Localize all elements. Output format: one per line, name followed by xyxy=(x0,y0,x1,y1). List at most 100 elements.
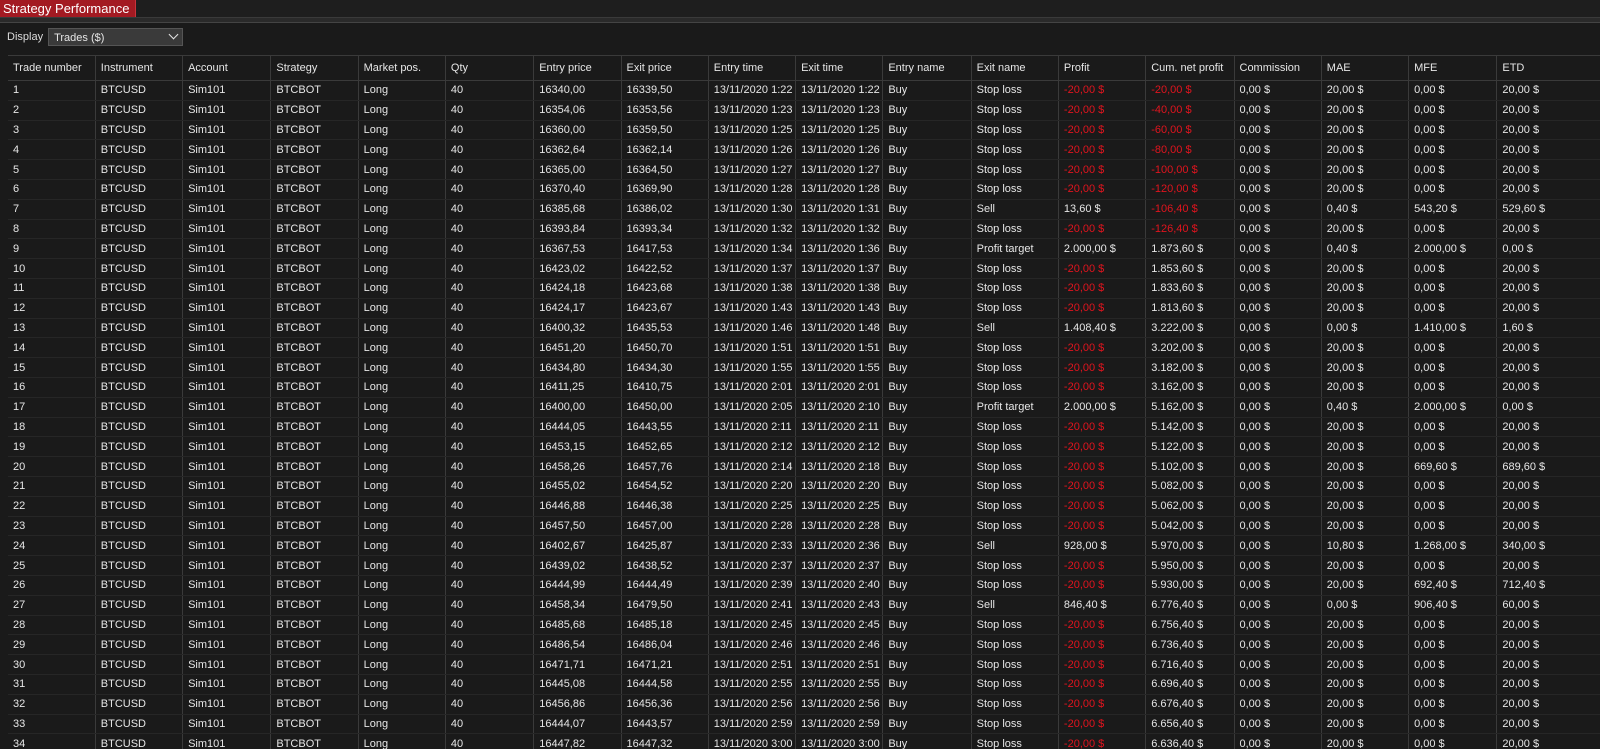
table-cell: 7 xyxy=(8,199,96,220)
table-row[interactable]: 20 BTCUSD Sim101 BTCBOT Long 40 16458,26 16457,… xyxy=(8,456,1600,477)
table-cell: 16486,54 xyxy=(533,634,622,656)
table-row[interactable]: 18 BTCUSD Sim101 BTCBOT Long 40 16444,05 16443,… xyxy=(8,417,1600,438)
table-cell: -20,00 $ xyxy=(1058,120,1147,141)
table-row[interactable]: 4 BTCUSD Sim101 BTCBOT Long 40 16362,64 16362,1… xyxy=(8,139,1600,161)
table-row[interactable]: 10 BTCUSD Sim101 BTCBOT Long 40 16423,02 16422,… xyxy=(8,258,1600,279)
table-cell: BTCBOT xyxy=(270,298,359,319)
column-header[interactable]: Qty xyxy=(445,55,535,81)
table-cell: 13/11/2020 3:00 xyxy=(708,733,797,749)
table-cell: 20,00 $ xyxy=(1321,219,1410,240)
column-header[interactable]: Entry time xyxy=(708,55,797,81)
table-header-row: Trade number Instrument Account Strategy Mar… xyxy=(8,55,1600,81)
window-title-tab[interactable]: Strategy Performance xyxy=(0,0,137,17)
table-cell: 40 xyxy=(445,634,535,656)
table-row[interactable]: 24 BTCUSD Sim101 BTCBOT Long 40 16402,67 16425,… xyxy=(8,535,1600,557)
table-row[interactable]: 3 BTCUSD Sim101 BTCBOT Long 40 16360,00 16359,5… xyxy=(8,120,1600,141)
table-cell: Stop loss xyxy=(971,80,1059,101)
column-header[interactable]: Entry name xyxy=(882,55,972,81)
table-row[interactable]: 22 BTCUSD Sim101 BTCBOT Long 40 16446,88 16446,… xyxy=(8,496,1600,517)
table-cell: Buy xyxy=(882,100,972,121)
column-header[interactable]: Exit name xyxy=(971,55,1059,81)
table-cell: 13/11/2020 2:37 xyxy=(708,555,797,576)
table-cell: Sim101 xyxy=(182,179,272,200)
table-row[interactable]: 31 BTCUSD Sim101 BTCBOT Long 40 16445,08 16444,… xyxy=(8,674,1600,695)
table-row[interactable]: 6 BTCUSD Sim101 BTCBOT Long 40 16370,40 16369,9… xyxy=(8,179,1600,200)
table-cell: Buy xyxy=(882,357,972,378)
table-row[interactable]: 23 BTCUSD Sim101 BTCBOT Long 40 16457,50 16457,… xyxy=(8,516,1600,537)
column-header[interactable]: Trade number xyxy=(8,55,96,81)
table-row[interactable]: 13 BTCUSD Sim101 BTCBOT Long 40 16400,32 16435,… xyxy=(8,318,1600,339)
table-row[interactable]: 26 BTCUSD Sim101 BTCBOT Long 40 16444,99 16444,… xyxy=(8,575,1600,596)
table-cell: Long xyxy=(358,733,446,749)
table-row[interactable]: 14 BTCUSD Sim101 BTCBOT Long 40 16451,20 16450,… xyxy=(8,337,1600,359)
table-cell: Sim101 xyxy=(182,377,272,398)
table-cell: -20,00 $ xyxy=(1058,476,1147,497)
table-cell: 16340,00 xyxy=(533,80,622,101)
column-header[interactable]: Exit time xyxy=(795,55,884,81)
table-cell: 0,00 $ xyxy=(1408,555,1498,576)
table-row[interactable]: 33 BTCUSD Sim101 BTCBOT Long 40 16444,07 16443,… xyxy=(8,714,1600,735)
table-row[interactable]: 21 BTCUSD Sim101 BTCBOT Long 40 16455,02 16454,… xyxy=(8,476,1600,497)
table-row[interactable]: 19 BTCUSD Sim101 BTCBOT Long 40 16453,15 16452,… xyxy=(8,436,1600,458)
table-row[interactable]: 9 BTCUSD Sim101 BTCBOT Long 40 16367,53 16417,5… xyxy=(8,238,1600,260)
table-row[interactable]: 25 BTCUSD Sim101 BTCBOT Long 40 16439,02 16438,… xyxy=(8,555,1600,576)
table-cell: Sim101 xyxy=(182,298,272,319)
table-row[interactable]: 5 BTCUSD Sim101 BTCBOT Long 40 16365,00 16364,5… xyxy=(8,159,1600,180)
table-cell: 13/11/2020 1:23 xyxy=(708,100,797,121)
table-cell: 0,40 $ xyxy=(1321,397,1410,418)
column-header[interactable]: MFE xyxy=(1408,55,1498,81)
table-cell: 13/11/2020 2:10 xyxy=(795,397,884,418)
table-cell: Stop loss xyxy=(971,714,1059,735)
table-row[interactable]: 16 BTCUSD Sim101 BTCBOT Long 40 16411,25 16410,… xyxy=(8,377,1600,398)
table-cell: 40 xyxy=(445,535,535,557)
table-row[interactable]: 7 BTCUSD Sim101 BTCBOT Long 40 16385,68 16386,0… xyxy=(8,199,1600,220)
table-cell: 0,40 $ xyxy=(1321,199,1410,220)
table-cell: 16456,36 xyxy=(621,694,709,715)
table-row[interactable]: 30 BTCUSD Sim101 BTCBOT Long 40 16471,71 16471,… xyxy=(8,654,1600,675)
table-row[interactable]: 32 BTCUSD Sim101 BTCBOT Long 40 16456,86 16456,… xyxy=(8,694,1600,715)
table-cell: Sim101 xyxy=(182,219,272,240)
table-row[interactable]: 27 BTCUSD Sim101 BTCBOT Long 40 16458,34 16479,… xyxy=(8,595,1600,616)
table-cell: 340,00 $ xyxy=(1496,535,1600,557)
table-row[interactable]: 8 BTCUSD Sim101 BTCBOT Long 40 16393,84 16393,3… xyxy=(8,219,1600,240)
table-row[interactable]: 28 BTCUSD Sim101 BTCBOT Long 40 16485,68 16485,… xyxy=(8,615,1600,636)
table-cell: BTCBOT xyxy=(270,714,359,735)
column-header[interactable]: Market pos. xyxy=(358,55,446,81)
table-cell: 0,00 $ xyxy=(1408,80,1498,101)
table-cell: 669,60 $ xyxy=(1408,456,1498,477)
display-dropdown[interactable]: Trades ($) xyxy=(48,28,184,46)
table-cell: 20,00 $ xyxy=(1321,337,1410,359)
table-row[interactable]: 11 BTCUSD Sim101 BTCBOT Long 40 16424,18 16423,… xyxy=(8,278,1600,299)
column-header[interactable]: MAE xyxy=(1321,55,1410,81)
table-cell: BTCUSD xyxy=(95,120,184,141)
column-header[interactable]: Commission xyxy=(1234,55,1322,81)
table-cell: -20,00 $ xyxy=(1058,634,1147,656)
column-header[interactable]: Exit price xyxy=(621,55,709,81)
column-header[interactable]: Cum. net profit xyxy=(1145,55,1235,81)
column-header[interactable]: Profit xyxy=(1058,55,1147,81)
column-header[interactable]: Entry price xyxy=(533,55,622,81)
table-cell: Sim101 xyxy=(182,80,272,101)
table-row[interactable]: 34 BTCUSD Sim101 BTCBOT Long 40 16447,82 16447,… xyxy=(8,733,1600,749)
table-cell: BTCBOT xyxy=(270,80,359,101)
table-row[interactable]: 17 BTCUSD Sim101 BTCBOT Long 40 16400,00 16450,… xyxy=(8,397,1600,418)
table-cell: 13/11/2020 1:36 xyxy=(795,238,884,260)
table-cell: Stop loss xyxy=(971,694,1059,715)
table-cell: Stop loss xyxy=(971,278,1059,299)
table-cell: BTCBOT xyxy=(270,575,359,596)
table-cell: 40 xyxy=(445,615,535,636)
table-cell: 0,00 $ xyxy=(1321,595,1410,616)
column-header[interactable]: ETD xyxy=(1496,55,1600,81)
column-header[interactable]: Instrument xyxy=(95,55,184,81)
table-cell: Sell xyxy=(971,595,1059,616)
table-row[interactable]: 29 BTCUSD Sim101 BTCBOT Long 40 16486,54 16486,… xyxy=(8,634,1600,656)
strategy-performance-panel: Display Trades ($) Trade number Instrumen… xyxy=(0,23,1600,749)
column-header[interactable]: Account xyxy=(182,55,272,81)
table-cell: Sell xyxy=(971,318,1059,339)
table-cell: 13/11/2020 1:23 xyxy=(795,100,884,121)
table-row[interactable]: 12 BTCUSD Sim101 BTCBOT Long 40 16424,17 16423,… xyxy=(8,298,1600,319)
table-row[interactable]: 15 BTCUSD Sim101 BTCBOT Long 40 16434,80 16434,… xyxy=(8,357,1600,378)
table-row[interactable]: 1 BTCUSD Sim101 BTCBOT Long 40 16340,00 16339,5… xyxy=(8,80,1600,101)
column-header[interactable]: Strategy xyxy=(270,55,359,81)
table-row[interactable]: 2 BTCUSD Sim101 BTCBOT Long 40 16354,06 16353,5… xyxy=(8,100,1600,121)
